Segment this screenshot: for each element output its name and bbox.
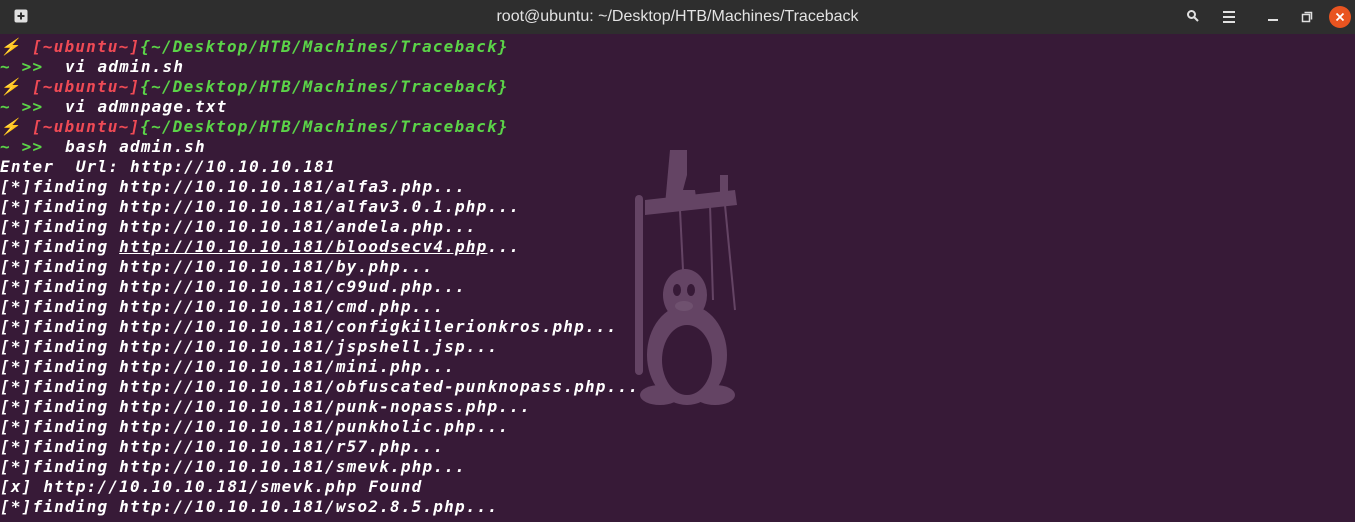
output-text: [*]finding http://10.10.10.181/punk-nopa… [0,397,531,416]
url-link[interactable]: http://10.10.10.181/bloodsecv4.php [119,237,487,256]
prompt-line: ⚡ [~ubuntu~]{~/Desktop/HTB/Machines/Trac… [0,77,1355,97]
window-title: root@ubuntu: ~/Desktop/HTB/Machines/Trac… [496,8,859,25]
output-line: [*]finding http://10.10.10.181/punk-nopa… [0,397,1355,417]
output-text: [x] http://10.10.10.181/smevk.php Found [0,477,423,496]
output-suffix: ... [487,237,520,256]
hamburger-icon [1222,8,1236,27]
terminal-window: root@ubuntu: ~/Desktop/HTB/Machines/Trac… [0,0,1355,522]
output-line: [*]finding http://10.10.10.181/c99ud.php… [0,277,1355,297]
prompt-user: [~ubuntu~] [31,37,141,56]
command-text: vi admin.sh [43,57,185,76]
output-line: [*]finding http://10.10.10.181/mini.php.… [0,357,1355,377]
terminal-output[interactable]: ⚡ [~ubuntu~]{~/Desktop/HTB/Machines/Trac… [0,37,1355,522]
output-line: [x] http://10.10.10.181/smevk.php Found [0,477,1355,497]
output-line: [*]finding http://10.10.10.181/punkholic… [0,417,1355,437]
prompt-user: [~ubuntu~] [31,77,141,96]
maximize-button[interactable] [1296,6,1318,28]
output-text: [*]finding http://10.10.10.181/andela.ph… [0,217,477,236]
prompt-path: {~/Desktop/HTB/Machines/Traceback} [140,77,509,96]
output-text: [*]finding http://10.10.10.181/wso2.8.5.… [0,497,499,516]
output-prefix: [*]finding [0,237,120,256]
title-bar: root@ubuntu: ~/Desktop/HTB/Machines/Trac… [0,0,1355,34]
close-icon [1329,6,1351,28]
prompt-line: ⚡ [~ubuntu~]{~/Desktop/HTB/Machines/Trac… [0,117,1355,137]
prompt-path: {~/Desktop/HTB/Machines/Traceback} [140,37,509,56]
output-text: [*]finding http://10.10.10.181/configkil… [0,317,618,336]
menu-button[interactable] [1218,6,1240,28]
minimize-button[interactable] [1262,6,1284,28]
minimize-icon [1267,8,1279,27]
output-line: [*]finding http://10.10.10.181/smevk.php… [0,457,1355,477]
prompt-path: {~/Desktop/HTB/Machines/Traceback} [140,117,509,136]
maximize-icon [1301,8,1313,27]
output-line: [*]finding http://10.10.10.181/andela.ph… [0,217,1355,237]
output-text: [*]finding http://10.10.10.181/alfav3.0.… [0,197,520,216]
bolt-icon: ⚡ [0,37,32,56]
command-text: bash admin.sh [43,137,206,156]
output-line: [*]finding http://10.10.10.181/configkil… [0,317,1355,337]
output-text: [*]finding http://10.10.10.181/obfuscate… [0,377,640,396]
output-line: [*]finding http://10.10.10.181/by.php... [0,257,1355,277]
output-line: [*]finding http://10.10.10.181/bloodsecv… [0,237,1355,257]
prompt-line: ⚡ [~ubuntu~]{~/Desktop/HTB/Machines/Trac… [0,37,1355,57]
command-text: vi admnpage.txt [43,97,228,116]
output-line: [*]finding http://10.10.10.181/r57.php..… [0,437,1355,457]
output-text: Enter Url: http://10.10.10.181 [0,157,336,176]
bolt-icon: ⚡ [0,77,32,96]
output-line: [*]finding http://10.10.10.181/cmd.php..… [0,297,1355,317]
bolt-icon: ⚡ [0,117,32,136]
output-line: [*]finding http://10.10.10.181/obfuscate… [0,377,1355,397]
output-text: [*]finding http://10.10.10.181/c99ud.php… [0,277,466,296]
output-line: [*]finding http://10.10.10.181/alfa3.php… [0,177,1355,197]
output-line: Enter Url: http://10.10.10.181 [0,157,1355,177]
output-text: [*]finding http://10.10.10.181/punkholic… [0,417,510,436]
output-text: [*]finding http://10.10.10.181/r57.php..… [0,437,445,456]
command-line: ~ >> vi admnpage.txt [0,97,1355,117]
output-text: [*]finding http://10.10.10.181/cmd.php..… [0,297,445,316]
output-line: [*]finding http://10.10.10.181/wso2.8.5.… [0,497,1355,517]
close-button[interactable] [1329,6,1351,28]
output-line: [*]finding http://10.10.10.181/jspshell.… [0,337,1355,357]
output-text: [*]finding http://10.10.10.181/jspshell.… [0,337,499,356]
output-text: [*]finding http://10.10.10.181/mini.php.… [0,357,455,376]
search-icon [1186,8,1200,27]
prompt-user: [~ubuntu~] [31,117,141,136]
prompt-arrow: ~ >> [0,137,44,156]
output-line: [*]finding http://10.10.10.181/alfav3.0.… [0,197,1355,217]
output-text: [*]finding http://10.10.10.181/by.php... [0,257,434,276]
command-line: ~ >> vi admin.sh [0,57,1355,77]
output-text: [*]finding http://10.10.10.181/alfa3.php… [0,177,466,196]
search-button[interactable] [1182,6,1204,28]
command-line: ~ >> bash admin.sh [0,137,1355,157]
prompt-arrow: ~ >> [0,57,44,76]
prompt-arrow: ~ >> [0,97,44,116]
output-text: [*]finding http://10.10.10.181/smevk.php… [0,457,466,476]
